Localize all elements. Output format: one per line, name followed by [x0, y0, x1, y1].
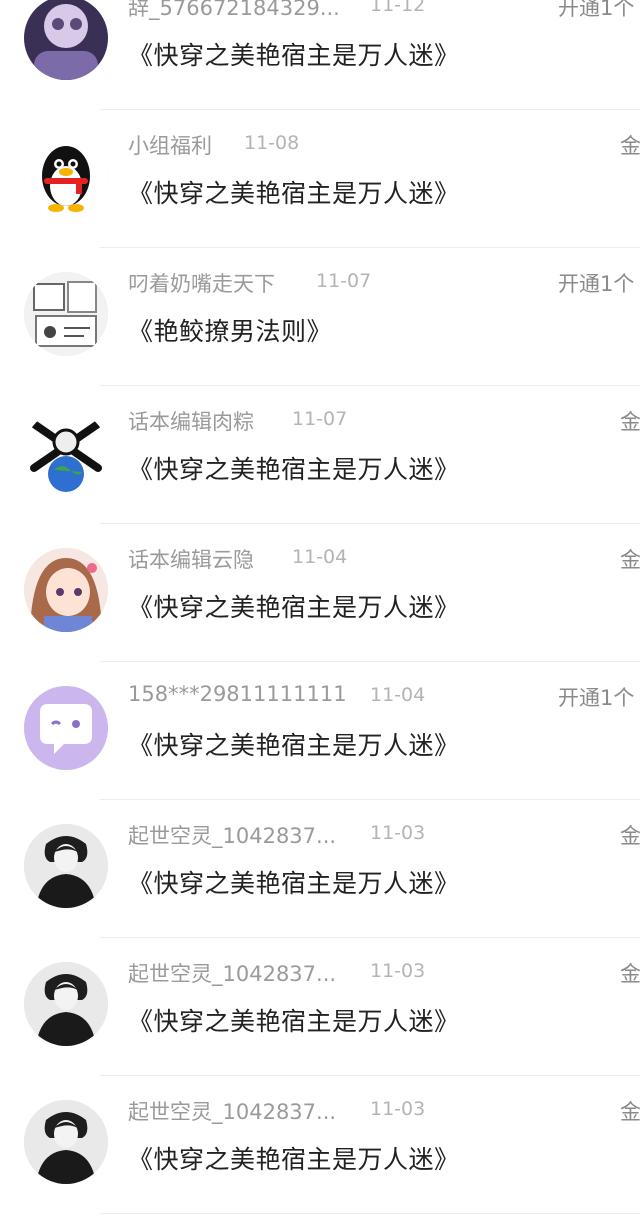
user-name[interactable]: 起世空灵_1042837... [128, 1096, 336, 1126]
avatar[interactable] [24, 824, 108, 908]
book-title[interactable]: 《快穿之美艳宿主是万人迷》 [128, 1140, 460, 1176]
user-name[interactable]: 起世空灵_1042837... [128, 958, 336, 988]
user-name[interactable]: 话本编辑云隐 [128, 544, 254, 574]
avatar[interactable] [24, 686, 108, 770]
list-item[interactable]: 起世空灵_1042837... 11-03 《快穿之美艳宿主是万人迷》 金 [0, 1076, 640, 1214]
row-divider [100, 1213, 640, 1214]
avatar[interactable] [24, 0, 108, 80]
avatar[interactable] [24, 548, 108, 632]
reward-label: 金 [620, 410, 640, 434]
reward-label: 开通1个 [558, 0, 635, 20]
list-item[interactable]: 话本编辑云隐 11-04 《快穿之美艳宿主是万人迷》 金 [0, 524, 640, 662]
book-title[interactable]: 《快穿之美艳宿主是万人迷》 [128, 450, 460, 486]
user-name[interactable]: 辞_576672184329... [128, 0, 340, 22]
book-title[interactable]: 《快穿之美艳宿主是万人迷》 [128, 174, 460, 210]
list-item[interactable]: 小组福利 11-08 《快穿之美艳宿主是万人迷》 金 [0, 110, 640, 248]
user-name[interactable]: 话本编辑肉粽 [128, 406, 254, 436]
reward-label: 金 [620, 962, 640, 986]
timestamp: 11-07 [292, 408, 348, 430]
avatar[interactable] [24, 962, 108, 1046]
book-title[interactable]: 《快穿之美艳宿主是万人迷》 [128, 864, 460, 900]
timestamp: 11-08 [244, 132, 300, 154]
book-title[interactable]: 《快穿之美艳宿主是万人迷》 [128, 588, 460, 624]
list-item[interactable]: 话本编辑肉粽 11-07 《快穿之美艳宿主是万人迷》 金 [0, 386, 640, 524]
reward-label: 金 [620, 824, 640, 848]
user-name[interactable]: 小组福利 [128, 130, 212, 160]
reward-label: 金 [620, 548, 640, 572]
timestamp: 11-03 [370, 822, 426, 844]
user-name[interactable]: 158***29811111111 [128, 682, 347, 706]
timestamp: 11-04 [292, 546, 348, 568]
reward-label: 金 [620, 1100, 640, 1124]
book-title[interactable]: 《快穿之美艳宿主是万人迷》 [128, 1002, 460, 1038]
timestamp: 11-04 [370, 684, 426, 706]
list-item[interactable]: 158***29811111111 11-04 《快穿之美艳宿主是万人迷》 开通1个 [0, 662, 640, 800]
avatar[interactable] [24, 134, 108, 218]
user-name[interactable]: 叼着奶嘴走天下 [128, 268, 275, 298]
list-item[interactable]: 起世空灵_1042837... 11-03 《快穿之美艳宿主是万人迷》 金 [0, 938, 640, 1076]
avatar[interactable] [24, 1100, 108, 1184]
list-item[interactable]: 辞_576672184329... 11-12 《快穿之美艳宿主是万人迷》 开通1个 [0, 0, 640, 110]
reward-label: 开通1个 [558, 686, 635, 710]
timestamp: 11-12 [370, 0, 426, 16]
reward-label: 金 [620, 134, 640, 158]
user-name[interactable]: 起世空灵_1042837... [128, 820, 336, 850]
avatar[interactable] [24, 272, 108, 356]
timestamp: 11-03 [370, 960, 426, 982]
avatar[interactable] [24, 410, 108, 494]
timestamp: 11-03 [370, 1098, 426, 1120]
list-item[interactable]: 叼着奶嘴走天下 11-07 《艳鲛撩男法则》 开通1个 [0, 248, 640, 386]
book-title[interactable]: 《艳鲛撩男法则》 [128, 312, 332, 348]
timestamp: 11-07 [316, 270, 372, 292]
book-title[interactable]: 《快穿之美艳宿主是万人迷》 [128, 726, 460, 762]
book-title[interactable]: 《快穿之美艳宿主是万人迷》 [128, 36, 460, 72]
reward-label: 开通1个 [558, 272, 635, 296]
list-item[interactable]: 起世空灵_1042837... 11-03 《快穿之美艳宿主是万人迷》 金 [0, 800, 640, 938]
